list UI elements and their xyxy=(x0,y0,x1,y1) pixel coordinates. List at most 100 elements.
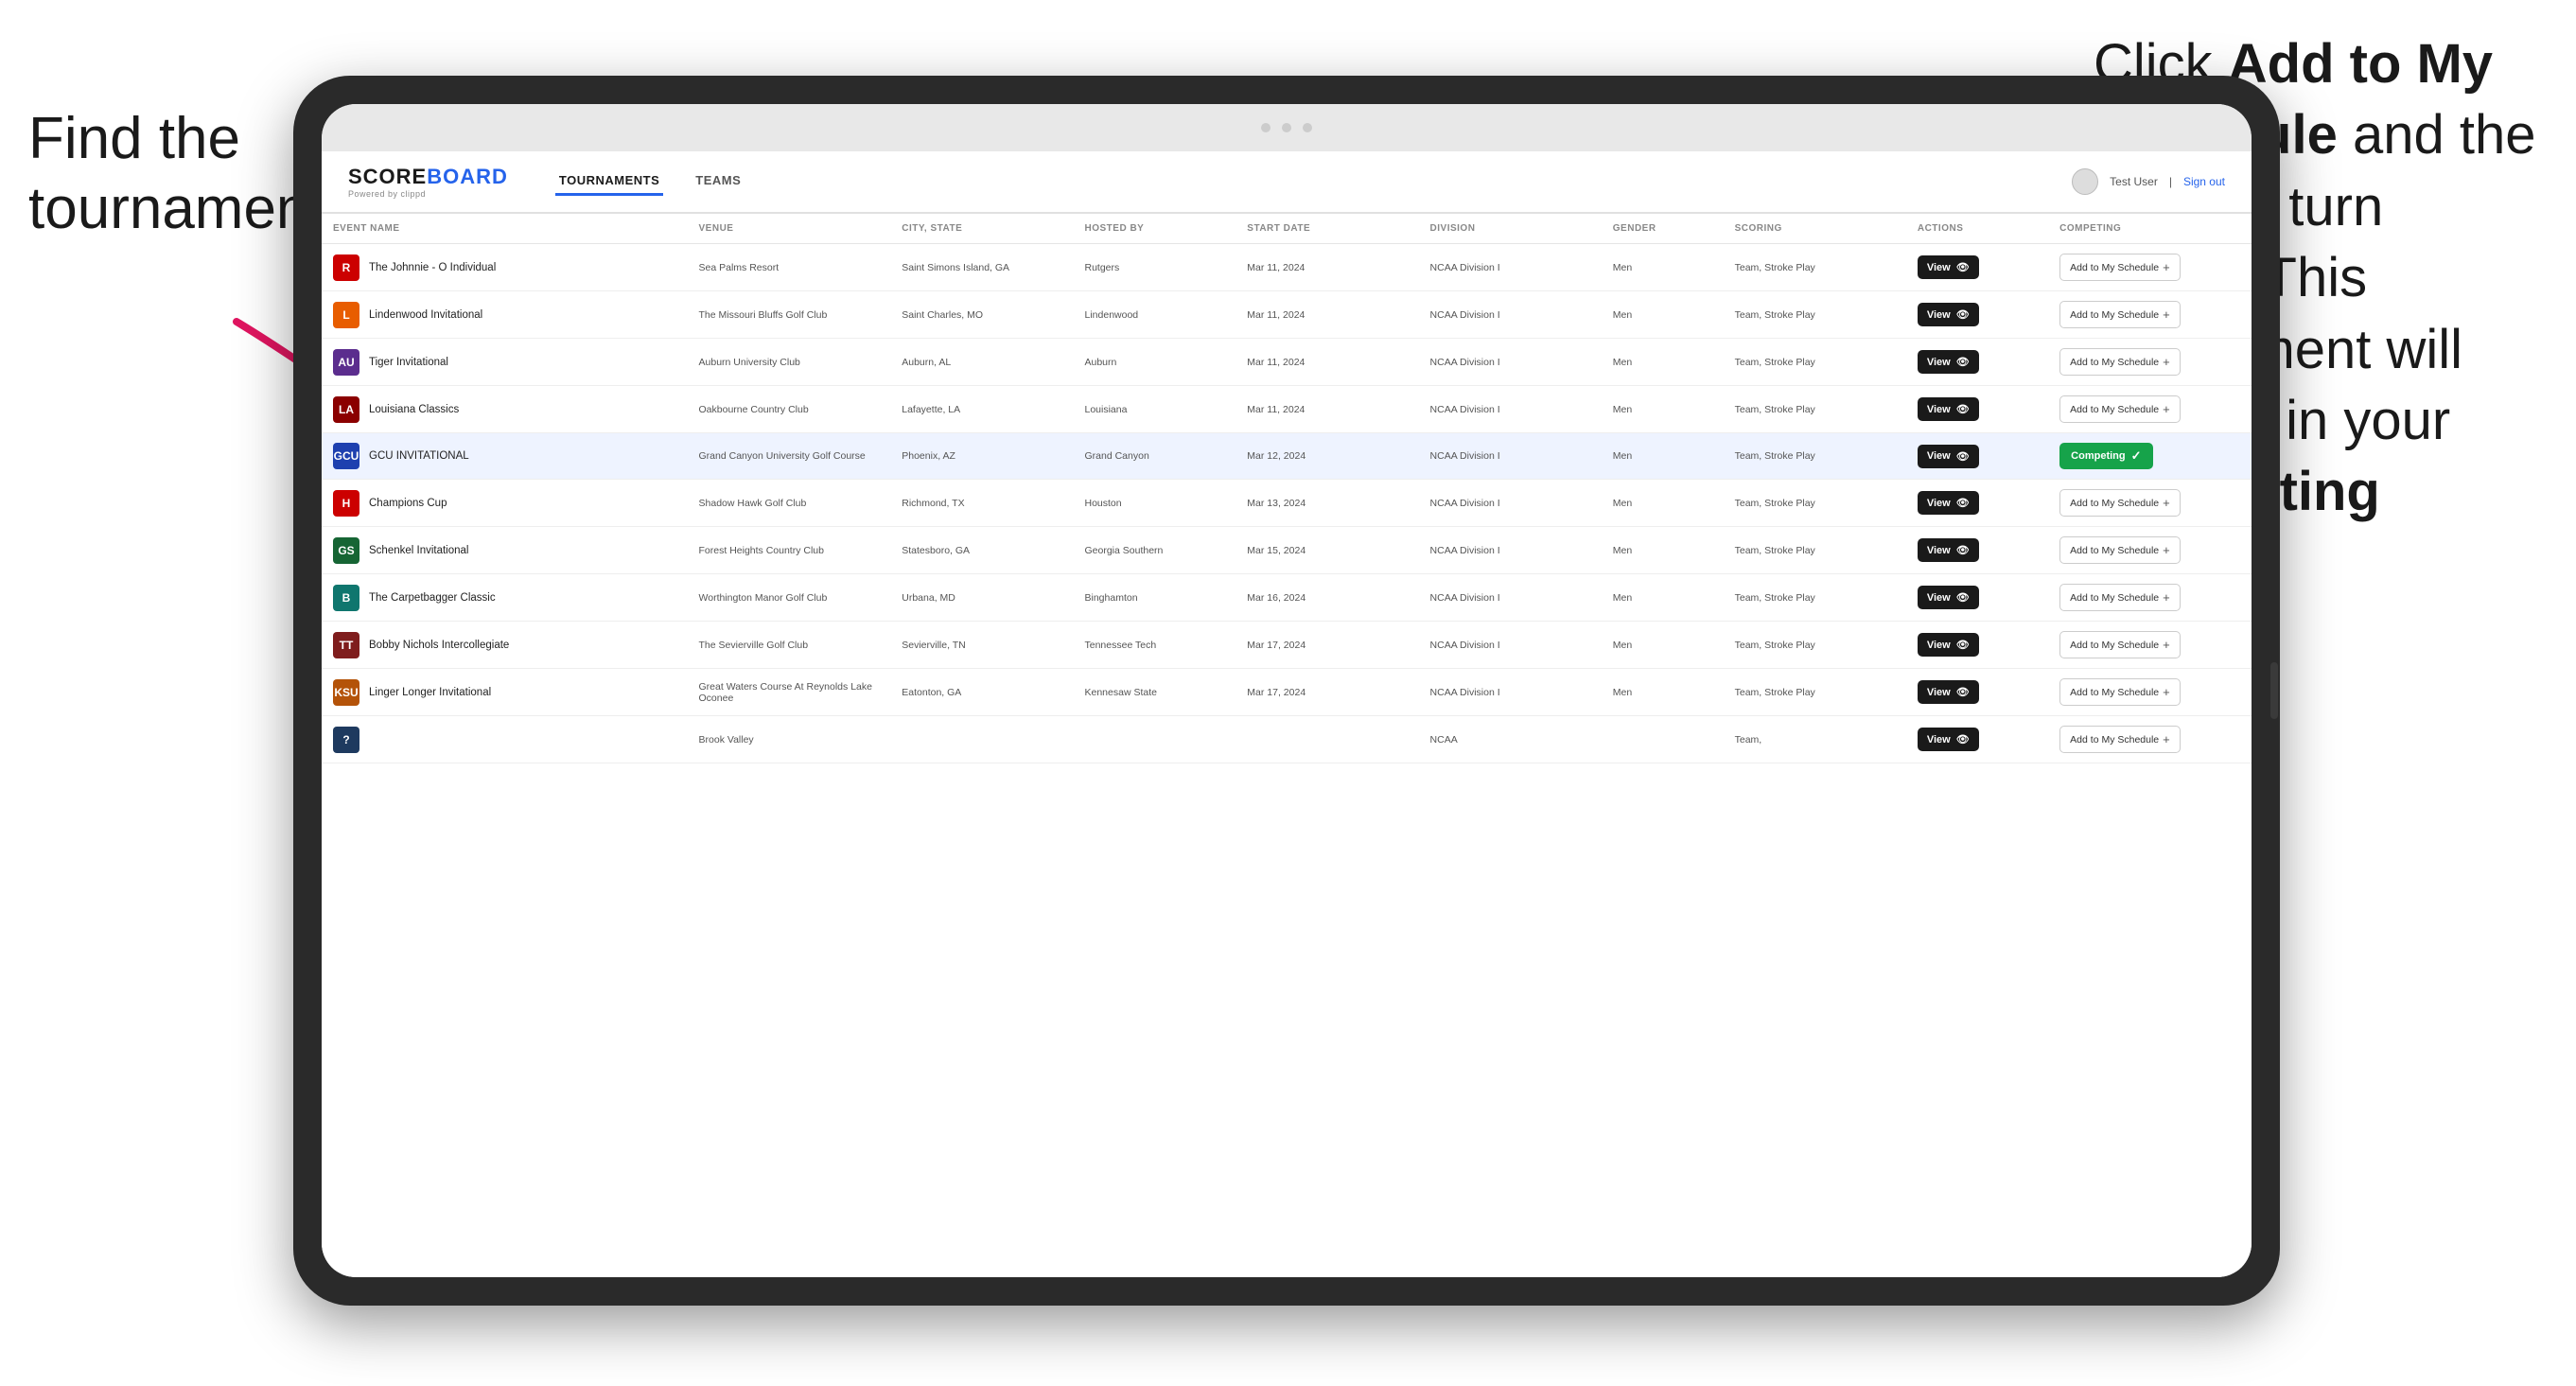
event-name-text: Champions Cup xyxy=(369,498,447,509)
header-right: Test User | Sign out xyxy=(2072,168,2225,195)
table-header: EVENT NAME VENUE CITY, STATE HOSTED BY S… xyxy=(322,214,2252,244)
table-row: ? Brook ValleyNCAATeam,View 👁Add to My S… xyxy=(322,716,2252,763)
hosted-by-cell: Louisiana xyxy=(1074,386,1236,433)
view-button[interactable]: View 👁 xyxy=(1918,538,1979,562)
venue-cell: Oakbourne Country Club xyxy=(688,386,891,433)
tablet-side-button xyxy=(2270,662,2278,719)
user-avatar xyxy=(2072,168,2098,195)
city-cell: Urbana, MD xyxy=(890,574,1073,622)
event-name-inner: H Champions Cup xyxy=(333,490,676,517)
add-schedule-button[interactable]: Add to My Schedule + xyxy=(2059,584,2181,611)
city-cell: Lafayette, LA xyxy=(890,386,1073,433)
event-name-cell-5: GCU GCU INVITATIONAL xyxy=(322,433,688,480)
event-name-inner: GCU GCU INVITATIONAL xyxy=(333,443,676,469)
venue-cell: Great Waters Course At Reynolds Lake Oco… xyxy=(688,669,891,716)
plus-icon: + xyxy=(2163,638,2170,652)
col-header-date: START DATE xyxy=(1235,214,1418,244)
team-logo: LA xyxy=(333,396,359,423)
plus-icon: + xyxy=(2163,402,2170,416)
view-button[interactable]: View 👁 xyxy=(1918,350,1979,374)
venue-cell: Worthington Manor Golf Club xyxy=(688,574,891,622)
view-button[interactable]: View 👁 xyxy=(1918,303,1979,326)
hosted-by-cell: Grand Canyon xyxy=(1074,433,1236,480)
logo-area: SCOREBOARD Powered by clippd xyxy=(348,165,508,199)
add-schedule-button[interactable]: Add to My Schedule + xyxy=(2059,395,2181,423)
add-schedule-button[interactable]: Add to My Schedule + xyxy=(2059,726,2181,753)
add-schedule-button[interactable]: Add to My Schedule + xyxy=(2059,536,2181,564)
app-content: SCOREBOARD Powered by clippd TOURNAMENTS… xyxy=(322,151,2252,1277)
venue-cell: The Sevierville Golf Club xyxy=(688,622,891,669)
start-date-cell: Mar 11, 2024 xyxy=(1235,386,1418,433)
venue-cell: Sea Palms Resort xyxy=(688,244,891,291)
view-button[interactable]: View 👁 xyxy=(1918,680,1979,704)
view-button[interactable]: View 👁 xyxy=(1918,491,1979,515)
city-cell: Saint Simons Island, GA xyxy=(890,244,1073,291)
competing-button[interactable]: Competing ✓ xyxy=(2059,443,2152,469)
view-button[interactable]: View 👁 xyxy=(1918,397,1979,421)
scoring-cell: Team, Stroke Play xyxy=(1724,527,1906,574)
division-cell: NCAA Division I xyxy=(1419,480,1602,527)
event-name-cell-2: L Lindenwood Invitational xyxy=(322,291,688,339)
gender-cell: Men xyxy=(1602,480,1724,527)
actions-cell: View 👁 xyxy=(1906,527,2048,574)
table-row: L Lindenwood Invitational The Missouri B… xyxy=(322,291,2252,339)
event-name-cell-11: ? xyxy=(322,716,688,763)
competing-cell: Add to My Schedule + xyxy=(2048,669,2252,716)
top-bar-dot-2 xyxy=(1282,123,1291,132)
table-row: GS Schenkel Invitational Forest Heights … xyxy=(322,527,2252,574)
event-name-inner: LA Louisiana Classics xyxy=(333,396,676,423)
view-button[interactable]: View 👁 xyxy=(1918,728,1979,751)
scoring-cell: Team, Stroke Play xyxy=(1724,574,1906,622)
view-button[interactable]: View 👁 xyxy=(1918,633,1979,657)
city-cell: Auburn, AL xyxy=(890,339,1073,386)
add-schedule-button[interactable]: Add to My Schedule + xyxy=(2059,254,2181,281)
event-name-cell-1: R The Johnnie - O Individual xyxy=(322,244,688,291)
top-bar-dot-3 xyxy=(1303,123,1312,132)
division-cell: NCAA Division I xyxy=(1419,291,1602,339)
start-date-cell: Mar 13, 2024 xyxy=(1235,480,1418,527)
app-logo: SCOREBOARD xyxy=(348,165,508,189)
add-schedule-button[interactable]: Add to My Schedule + xyxy=(2059,489,2181,517)
table-header-row: EVENT NAME VENUE CITY, STATE HOSTED BY S… xyxy=(322,214,2252,244)
hosted-by-cell: Rutgers xyxy=(1074,244,1236,291)
event-name-inner: R The Johnnie - O Individual xyxy=(333,254,676,281)
add-schedule-button[interactable]: Add to My Schedule + xyxy=(2059,348,2181,376)
col-header-event: EVENT NAME xyxy=(322,214,688,244)
city-cell: Sevierville, TN xyxy=(890,622,1073,669)
event-name-text: The Johnnie - O Individual xyxy=(369,262,496,273)
view-button[interactable]: View 👁 xyxy=(1918,255,1979,279)
logo-text-main: SCORE xyxy=(348,165,427,188)
table-row: AU Tiger Invitational Auburn University … xyxy=(322,339,2252,386)
city-cell: Eatonton, GA xyxy=(890,669,1073,716)
actions-cell: View 👁 xyxy=(1906,386,2048,433)
start-date-cell: Mar 17, 2024 xyxy=(1235,669,1418,716)
col-header-hosted: HOSTED BY xyxy=(1074,214,1236,244)
add-schedule-button[interactable]: Add to My Schedule + xyxy=(2059,301,2181,328)
add-schedule-button[interactable]: Add to My Schedule + xyxy=(2059,678,2181,706)
team-logo: L xyxy=(333,302,359,328)
competing-cell: Add to My Schedule + xyxy=(2048,716,2252,763)
actions-cell: View 👁 xyxy=(1906,244,2048,291)
nav-tab-tournaments[interactable]: TOURNAMENTS xyxy=(555,167,663,196)
table-row: TT Bobby Nichols Intercollegiate The Sev… xyxy=(322,622,2252,669)
start-date-cell: Mar 15, 2024 xyxy=(1235,527,1418,574)
eye-icon: 👁 xyxy=(1956,308,1970,321)
add-schedule-button[interactable]: Add to My Schedule + xyxy=(2059,631,2181,658)
table-row: R The Johnnie - O Individual Sea Palms R… xyxy=(322,244,2252,291)
col-header-venue: VENUE xyxy=(688,214,891,244)
gender-cell: Men xyxy=(1602,291,1724,339)
division-cell: NCAA Division I xyxy=(1419,386,1602,433)
eye-icon: 👁 xyxy=(1956,733,1970,746)
view-button[interactable]: View 👁 xyxy=(1918,445,1979,468)
hosted-by-cell: Auburn xyxy=(1074,339,1236,386)
actions-cell: View 👁 xyxy=(1906,339,2048,386)
tablet-frame: SCOREBOARD Powered by clippd TOURNAMENTS… xyxy=(293,76,2280,1306)
nav-tab-teams[interactable]: TEAMS xyxy=(692,167,745,196)
team-logo: GCU xyxy=(333,443,359,469)
hosted-by-cell: Binghamton xyxy=(1074,574,1236,622)
event-name-inner: AU Tiger Invitational xyxy=(333,349,676,376)
division-cell: NCAA Division I xyxy=(1419,244,1602,291)
view-button[interactable]: View 👁 xyxy=(1918,586,1979,609)
event-name-cell-6: H Champions Cup xyxy=(322,480,688,527)
signout-link[interactable]: Sign out xyxy=(2183,175,2225,188)
